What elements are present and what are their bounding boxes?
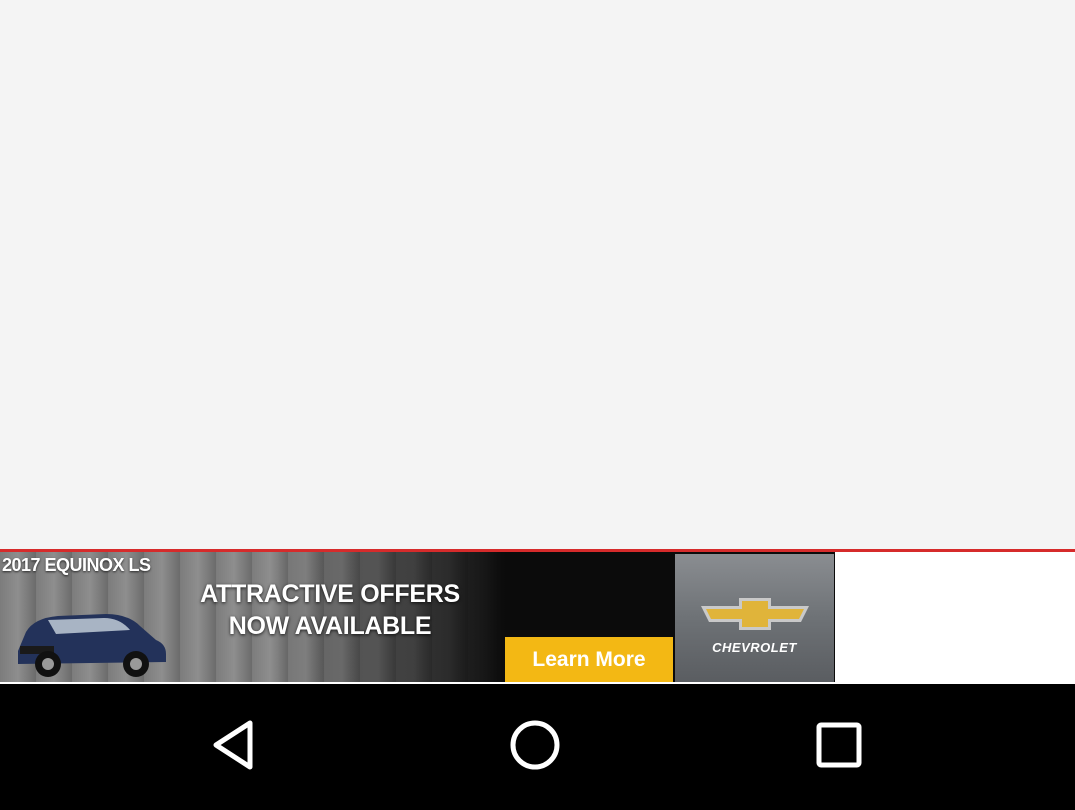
home-button[interactable] [495, 710, 575, 780]
recents-button[interactable] [799, 710, 879, 780]
home-icon [510, 720, 560, 770]
navigation-bar [0, 684, 1075, 810]
ad-model-name: 2017 EQUINOX LS [2, 555, 151, 575]
chevrolet-bowtie-icon [701, 598, 809, 630]
learn-more-button[interactable]: Learn More [505, 637, 673, 682]
ad-banner[interactable]: 2017 EQUINOX LS ATTRACTIVE OFFERS NOW AV… [0, 552, 835, 682]
back-icon [213, 720, 253, 770]
ad-headline-line2: NOW AVAILABLE [228, 612, 432, 640]
ad-headline-line1: ATTRACTIVE OFFERS [200, 580, 460, 608]
recents-icon [816, 722, 862, 768]
ad-brand-name: CHEVROLET [712, 640, 797, 655]
ad-container: 2017 EQUINOX LS ATTRACTIVE OFFERS NOW AV… [0, 552, 1075, 684]
car-image [18, 614, 166, 677]
content-area [0, 0, 1075, 549]
ad-brand-panel: CHEVROLET [675, 554, 834, 682]
ad-headline: ATTRACTIVE OFFERS NOW AVAILABLE [180, 578, 480, 642]
back-button[interactable] [194, 710, 274, 780]
